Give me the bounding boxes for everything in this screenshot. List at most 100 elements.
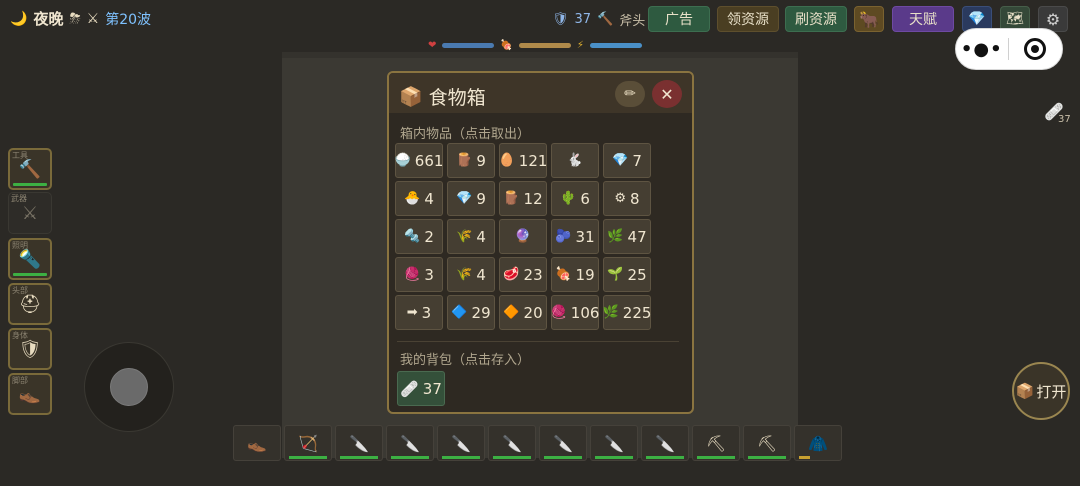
hotbar-slot[interactable]: 🔪 (539, 425, 587, 461)
claim-resources-button[interactable]: 领资源 (717, 6, 779, 32)
box-item-count: 4 (424, 189, 434, 208)
box-item-slot[interactable]: 🌾 4 (447, 257, 495, 292)
box-item-slot[interactable]: 💎 9 (447, 181, 495, 216)
hotbar-slot[interactable]: 🔪 (335, 425, 383, 461)
hotbar-slot[interactable]: 🔪 (386, 425, 434, 461)
hotbar-item-icon: 👞 (247, 433, 267, 453)
hotbar-slot[interactable]: 🔪 (437, 425, 485, 461)
close-miniprogram-button[interactable] (1009, 38, 1063, 60)
box-item-icon: 🐣 (404, 191, 421, 206)
box-item-slot[interactable]: 💎 7 (603, 143, 651, 178)
box-item-icon: 🍖 (555, 267, 572, 282)
hotbar-slot[interactable]: 🏹 (284, 425, 332, 461)
box-item-icon: ➡ (406, 305, 418, 320)
box-item-slot[interactable]: ⚙ 8 (603, 181, 651, 216)
energy-bar (589, 43, 642, 48)
box-item-slot[interactable]: 🍖 19 (551, 257, 599, 292)
box-item-slot[interactable]: 🍚 661 (395, 143, 443, 178)
close-button[interactable]: ✕ (652, 80, 682, 108)
box-item-slot[interactable]: 🌿 47 (603, 219, 651, 254)
ad-button[interactable]: 广告 (648, 6, 710, 32)
hotbar-slot[interactable]: 🔪 (488, 425, 536, 461)
durability-bar (13, 183, 47, 186)
durability-bar (646, 456, 684, 459)
box-item-slot[interactable]: 🌾 4 (447, 219, 495, 254)
energy-icon: ⚡ (576, 40, 584, 51)
equip-slot[interactable]: 武器 ⚔ (8, 192, 52, 234)
box-item-slot[interactable]: 🪵 12 (499, 181, 547, 216)
box-item-slot[interactable]: 🥚 121 (499, 143, 547, 178)
box-item-icon: 🍚 (394, 153, 411, 168)
box-item-slot[interactable]: 🔩 2 (395, 219, 443, 254)
cow-icon[interactable]: 🐂 (854, 6, 884, 32)
hotbar-item-icon: 🏹 (298, 433, 318, 453)
more-menu-icon[interactable]: •●• (956, 39, 1008, 60)
box-item-count: 31 (575, 227, 595, 246)
box-item-count: 225 (622, 303, 652, 322)
box-item-count: 2 (424, 227, 434, 246)
box-item-slot[interactable]: 🧶 3 (395, 257, 443, 292)
box-item-icon: 🔮 (514, 229, 532, 244)
swords-icon: ⚔ (86, 10, 100, 27)
box-item-slot[interactable]: 🔷 29 (447, 295, 495, 330)
box-item-icon: ⚙ (614, 191, 627, 206)
equip-slot-label: 照明 (12, 241, 28, 250)
box-item-count: 19 (575, 265, 595, 284)
box-item-slot[interactable]: 🔮 (499, 219, 547, 254)
box-item-slot[interactable]: 🪵 9 (447, 143, 495, 178)
equip-slot[interactable]: 工具 🔨 (8, 148, 52, 190)
equip-slot-label: 身体 (12, 331, 28, 340)
hotbar-slot[interactable]: 👞 (233, 425, 281, 461)
target-icon (1024, 38, 1047, 60)
box-item-slot[interactable]: 🌵 6 (551, 181, 599, 216)
durability-bar (391, 456, 429, 459)
box-item-slot[interactable]: 🔶 20 (499, 295, 547, 330)
hotbar-slot[interactable]: ⛏ (692, 425, 740, 461)
equip-slot[interactable]: 身体 🛡 (8, 328, 52, 370)
bag-item-slot[interactable]: 🩹 37 (397, 371, 445, 406)
dialog-header: 📦 食物箱 ✏ ✕ (389, 73, 692, 113)
hotbar-slot[interactable]: 🔪 (641, 425, 689, 461)
box-item-count: 661 (414, 151, 444, 170)
box-item-slot[interactable]: 🧶 106 (551, 295, 599, 330)
durability-bar (442, 456, 480, 459)
box-item-slot[interactable]: 🫐 31 (551, 219, 599, 254)
talent-button[interactable]: 天赋 (892, 6, 954, 32)
food-box-dialog: 📦 食物箱 ✏ ✕ 箱内物品（点击取出） 🍚 661 🪵 9 🥚 121 🐇 💎 7 🐣 4 💎 9 🪵 1… (387, 71, 694, 414)
hotbar-item-icon: ⛏ (705, 433, 727, 453)
durability-bar (595, 456, 633, 459)
box-item-slot[interactable]: 🌱 25 (603, 257, 651, 292)
box-item-icon: 🌿 (607, 229, 624, 244)
open-button[interactable]: 📦 打开 (1012, 362, 1070, 420)
box-item-icon: 💎 (612, 153, 629, 168)
refresh-resources-button[interactable]: 刷资源 (785, 6, 847, 32)
box-item-icon: 🌵 (560, 191, 577, 206)
equip-slot-label: 工具 (12, 151, 28, 160)
rename-button[interactable]: ✏ (615, 81, 645, 107)
shield-icon: 🛡 (552, 12, 569, 27)
hotbar-slot[interactable]: 🧥 (794, 425, 842, 461)
axe-icon: 🔨 (597, 12, 614, 27)
moon-icon: 🌙 (10, 10, 28, 27)
hotbar-slot[interactable]: ⛏ (743, 425, 791, 461)
box-item-icon: 🥩 (503, 267, 520, 282)
box-item-icon: 🌱 (607, 267, 624, 282)
dialog-title-text: 食物箱 (428, 87, 486, 109)
food-icon: 🍖 (500, 40, 513, 51)
equip-slot[interactable]: 照明 🔦 (8, 238, 52, 280)
box-item-slot[interactable]: 🐇 (551, 143, 599, 178)
open-label: 打开 (1036, 382, 1067, 401)
equip-slot[interactable]: 脚部 👞 (8, 373, 52, 415)
box-item-slot[interactable]: ➡ 3 (395, 295, 443, 330)
dialog-title: 📦 食物箱 (399, 83, 486, 110)
box-item-icon: 🌾 (456, 229, 473, 244)
joystick-knob[interactable] (110, 368, 148, 406)
hotbar-slot[interactable]: 🔪 (590, 425, 638, 461)
box-item-icon: 💎 (456, 191, 473, 206)
box-item-slot[interactable]: 🐣 4 (395, 181, 443, 216)
bag-item-count: 37 (422, 379, 442, 398)
box-item-slot[interactable]: 🌿 225 (603, 295, 651, 330)
heart-icon: ❤ (428, 40, 437, 51)
box-item-slot[interactable]: 🥩 23 (499, 257, 547, 292)
equip-slot[interactable]: 头部 ⛑ (8, 283, 52, 325)
